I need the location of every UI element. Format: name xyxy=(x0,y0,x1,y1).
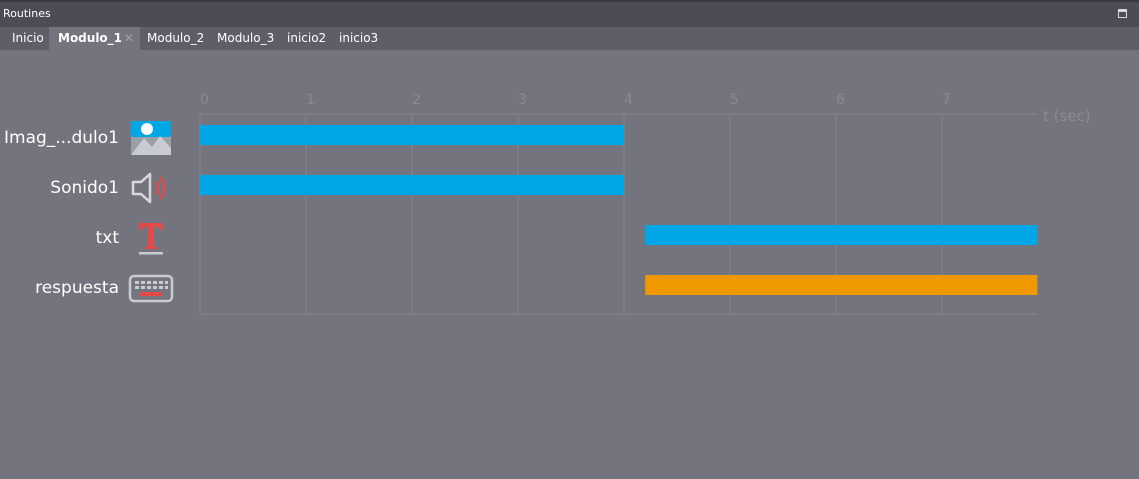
axis-label: t (sec) xyxy=(1043,107,1091,125)
close-tab-icon[interactable]: ✕ xyxy=(124,27,134,50)
component-bar[interactable] xyxy=(645,225,1038,245)
tick-label: 6 xyxy=(836,92,845,108)
component-bar[interactable] xyxy=(645,275,1038,295)
restore-icon[interactable] xyxy=(1118,9,1127,18)
tab-modulo-3[interactable]: Modulo_3 xyxy=(217,27,274,50)
tab-inicio[interactable]: Inicio xyxy=(12,27,44,50)
tick-label: 2 xyxy=(412,92,421,108)
tick-label: 4 xyxy=(624,92,633,108)
tick-label: 3 xyxy=(518,92,527,108)
component-bar[interactable] xyxy=(200,175,624,195)
tick-label: 7 xyxy=(942,92,951,108)
tick-label: 0 xyxy=(200,92,209,108)
routine-timeline[interactable]: 0 1 2 3 4 5 6 7 t (sec) xyxy=(0,50,1139,350)
tab-modulo-2[interactable]: Modulo_2 xyxy=(147,27,204,50)
component-bar[interactable] xyxy=(200,125,624,145)
tab-inicio3[interactable]: inicio3 xyxy=(339,27,378,50)
routine-tabs: Inicio Modulo_1 ✕ Modulo_2 Modulo_3 inic… xyxy=(0,27,1139,50)
tick-label: 1 xyxy=(306,92,315,108)
panel-title: Routines xyxy=(3,7,51,20)
tab-modulo-1[interactable]: Modulo_1 ✕ xyxy=(49,27,140,50)
tab-inicio2[interactable]: inicio2 xyxy=(287,27,326,50)
tick-label: 5 xyxy=(730,92,739,108)
tab-label: Modulo_1 xyxy=(58,31,123,45)
routines-panel-header: Routines xyxy=(0,0,1139,27)
